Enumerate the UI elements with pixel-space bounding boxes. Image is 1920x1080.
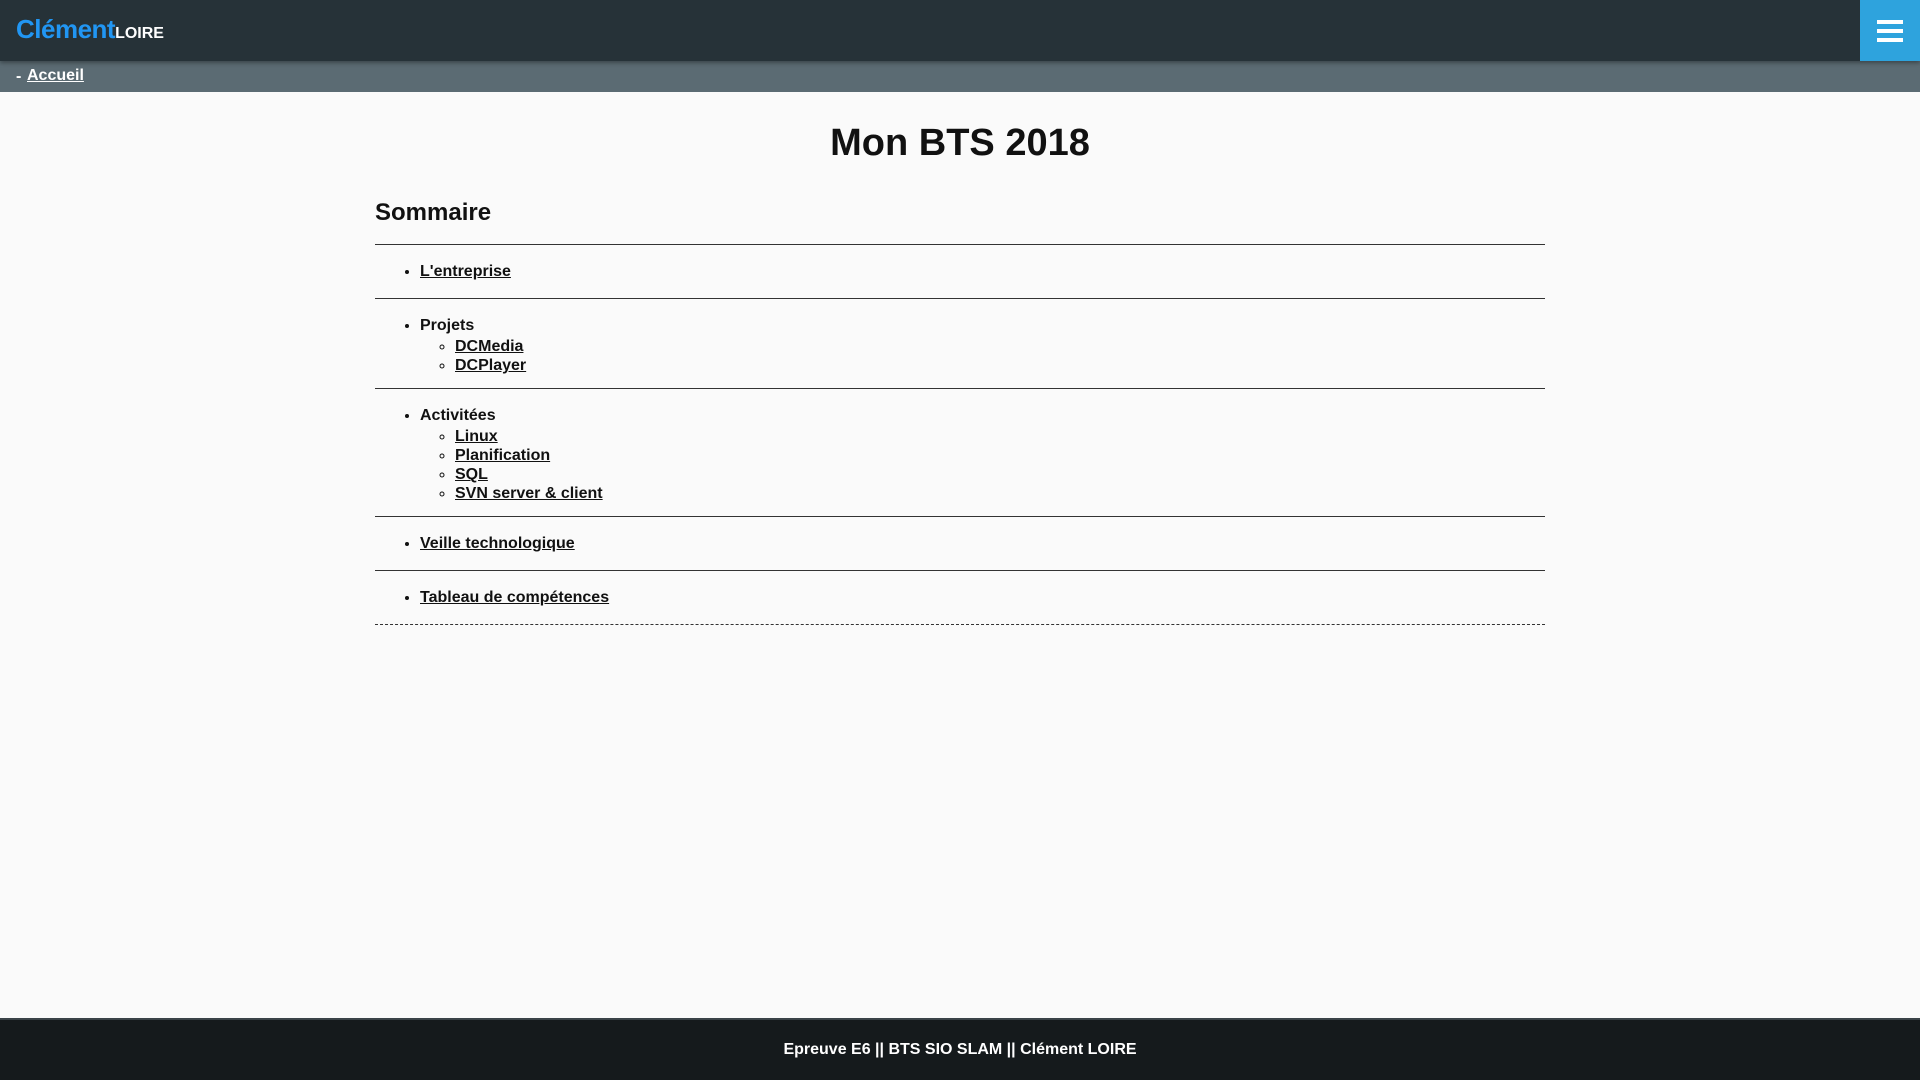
main-content: Mon BTS 2018 Sommaire L'entreprise Proje… [375,92,1545,626]
entreprise-link[interactable]: L'entreprise [420,263,511,280]
footer: Epreuve E6 || BTS SIO SLAM || Clément LO… [0,1018,1920,1080]
summary-section-veille: Veille technologique [375,516,1545,570]
logo-first-name: Clément [16,14,116,44]
breadcrumb-separator: - [16,68,22,85]
list-item: DCMedia [455,337,1545,356]
summary-section-entreprise: L'entreprise [375,244,1545,298]
list-item: DCPlayer [455,356,1545,375]
list-item: Linux [455,427,1545,446]
list-item: SQL [455,465,1545,484]
footer-text: Epreuve E6 || BTS SIO SLAM || Clément LO… [783,1041,1137,1058]
activitees-label: Activitées [420,407,496,425]
projets-label: Projets [420,317,475,335]
summary-section-competences: Tableau de compétences [375,570,1545,626]
top-navbar: ClémentLOIRE [0,0,1920,61]
dcmedia-link[interactable]: DCMedia [455,338,523,355]
site-logo[interactable]: ClémentLOIRE [16,14,164,45]
summary-section-projets: Projets DCMedia DCPlayer [375,298,1545,388]
competences-link[interactable]: Tableau de compétences [420,589,609,606]
menu-button[interactable] [1860,0,1920,61]
linux-link[interactable]: Linux [455,428,498,445]
sql-link[interactable]: SQL [455,466,488,483]
veille-link[interactable]: Veille technologique [420,535,575,552]
logo-last-name: LOIRE [115,25,164,42]
hamburger-menu-icon [1877,19,1903,42]
list-item: Planification [455,446,1545,465]
list-item: Tableau de compétences [420,585,1545,611]
svn-link[interactable]: SVN server & client [455,485,603,502]
page-title: Mon BTS 2018 [830,122,1090,164]
list-item: Veille technologique [420,531,1545,557]
summary-heading: Sommaire [375,199,492,226]
planification-link[interactable]: Planification [455,447,550,464]
summary-section-activitees: Activitées Linux Planification SQL SVN s… [375,388,1545,516]
list-item: L'entreprise [420,259,1545,285]
dcplayer-link[interactable]: DCPlayer [455,357,526,374]
list-item: Activitées Linux Planification SQL SVN s… [420,403,1545,503]
breadcrumb: - Accueil [0,61,1920,92]
list-item: SVN server & client [455,484,1545,503]
breadcrumb-home-link[interactable]: Accueil [27,67,84,85]
list-item: Projets DCMedia DCPlayer [420,313,1545,375]
